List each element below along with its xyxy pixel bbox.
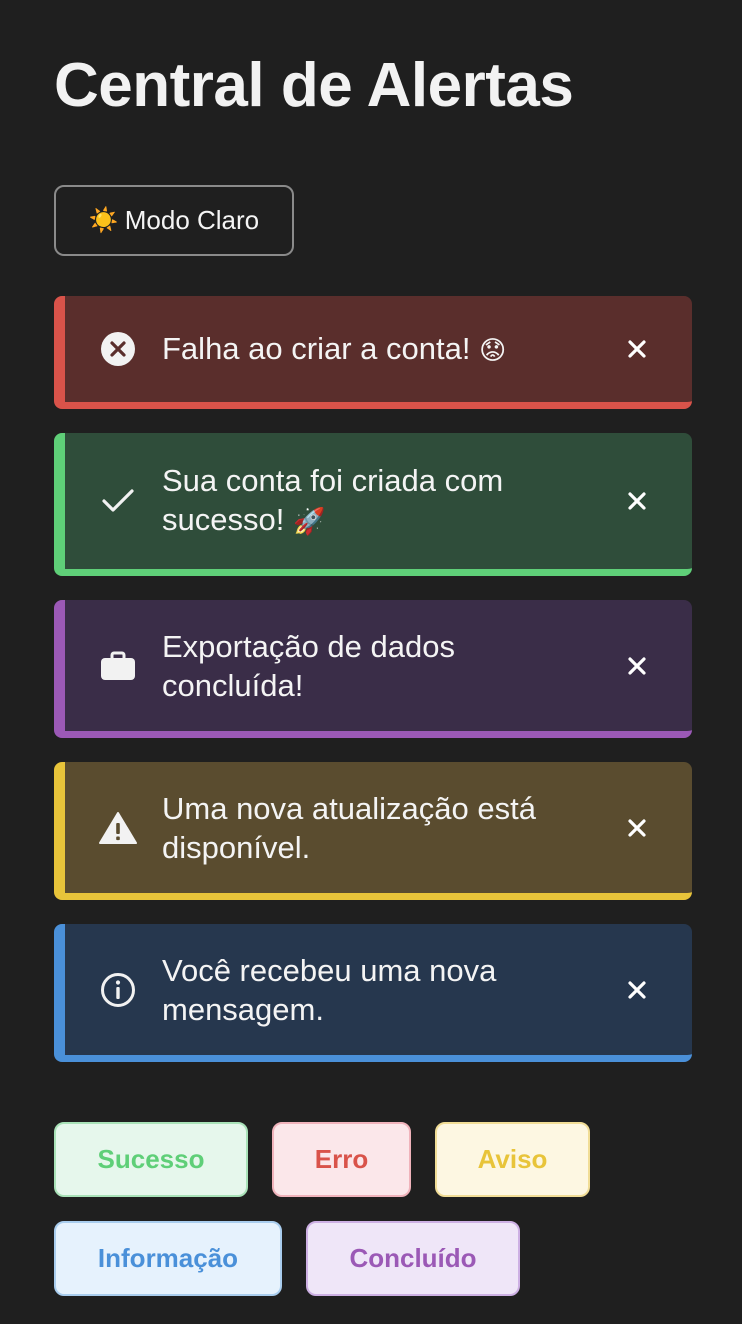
show-error-button[interactable]: Erro <box>272 1122 411 1197</box>
close-icon[interactable] <box>622 651 652 681</box>
warning-triangle-icon <box>99 809 137 847</box>
checkmark-icon <box>99 482 137 520</box>
show-info-button[interactable]: Informação <box>54 1221 282 1296</box>
alert-list: Falha ao criar a conta! 😟 Sua conta foi … <box>54 296 692 1086</box>
sun-icon: ☀️ <box>88 207 119 234</box>
alert-warning: Uma nova atualização está disponível. <box>54 762 692 900</box>
x-circle-icon <box>99 330 137 368</box>
alert-message: Falha ao criar a conta! 😟 <box>162 330 507 366</box>
show-success-button[interactable]: Sucesso <box>54 1122 248 1197</box>
close-icon[interactable] <box>622 486 652 516</box>
close-icon[interactable] <box>622 813 652 843</box>
theme-toggle-label: Modo Claro <box>124 205 260 235</box>
alert-success: Sua conta foi criada com sucesso! 🚀 <box>54 433 692 576</box>
alert-error: Falha ao criar a conta! 😟 <box>54 296 692 409</box>
alert-message: Você recebeu uma nova mensagem. <box>162 952 497 1027</box>
close-icon[interactable] <box>622 334 652 364</box>
page: Central de Alertas ☀️ Modo Claro Falha a… <box>0 0 742 1324</box>
info-circle-icon <box>99 971 137 1009</box>
alert-message: Exportação de dados concluída! <box>162 628 455 703</box>
alert-message: Sua conta foi criada com sucesso! 🚀 <box>162 463 504 537</box>
close-icon[interactable] <box>622 975 652 1005</box>
show-done-button[interactable]: Concluído <box>306 1221 520 1296</box>
alert-info: Você recebeu uma nova mensagem. <box>54 924 692 1062</box>
page-title: Central de Alertas <box>54 51 574 120</box>
theme-toggle-button[interactable]: ☀️ Modo Claro <box>54 185 294 256</box>
briefcase-icon <box>99 647 137 685</box>
show-warning-button[interactable]: Aviso <box>435 1122 590 1197</box>
alert-done: Exportação de dados concluída! <box>54 600 692 738</box>
worried-face-emoji: 😟 <box>479 334 507 365</box>
alert-message: Uma nova atualização está disponível. <box>162 790 536 865</box>
rocket-emoji: 🚀 <box>292 506 326 536</box>
